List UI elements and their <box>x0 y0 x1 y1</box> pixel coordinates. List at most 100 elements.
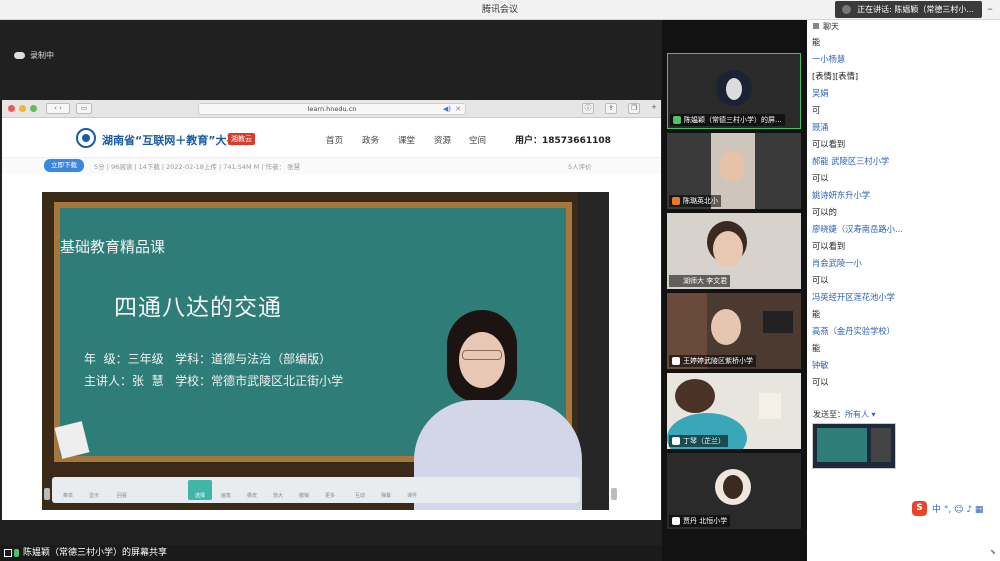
site-badge: 湘教云 <box>228 133 255 145</box>
sidebar-icon[interactable]: ▭ <box>76 103 92 114</box>
nav-government[interactable]: 政务 <box>362 134 379 146</box>
participant-tile[interactable]: 湖师大 李文君 <box>667 213 801 289</box>
chat-message: 能 <box>812 309 821 319</box>
avatar <box>715 469 751 505</box>
chat-sender[interactable]: 冯英经开区莲花池小学 <box>812 289 997 306</box>
user-account[interactable]: 用户：18573661108 <box>515 133 611 146</box>
lesson-info-teacher: 主讲人：张 慧 学校：常德市武陵区北正街小学 <box>84 374 344 388</box>
chat-message: 能 <box>812 37 821 47</box>
chat-sender[interactable]: 郝能 武陵区三村小学 <box>812 153 997 170</box>
chat-sender[interactable]: 姚诗妍东升小学 <box>812 187 997 204</box>
back-forward-icon[interactable]: ‹ › <box>46 103 70 114</box>
chat-sender[interactable]: 聂涌 <box>812 119 997 136</box>
chat-title: 聊天 <box>823 22 839 31</box>
participant-name: 王婷婷武陵区紫桥小学 <box>669 355 756 367</box>
participant-tile[interactable]: 王婷婷武陵区紫桥小学 <box>667 293 801 369</box>
chat-message: 可以看到 <box>812 139 846 149</box>
tool-eraser[interactable]: 橡皮 <box>240 480 264 500</box>
download-button[interactable]: 立即下载 <box>44 159 84 172</box>
tool-pen[interactable]: 画笔 <box>214 480 238 500</box>
chat-sender[interactable]: 高燕（金丹实验学校） <box>812 323 997 340</box>
ime-tools[interactable]: 中 °, ☺ ♪ ▦ <box>932 502 983 515</box>
prev-page-icon[interactable] <box>44 488 50 500</box>
chat-message: [表情][表情] <box>812 71 859 81</box>
input-method-bar[interactable]: S 中 °, ☺ ♪ ▦ <box>910 499 1000 517</box>
shared-screen-thumbnail[interactable] <box>812 423 896 469</box>
speaking-indicator[interactable]: 正在讲话: 陈媪颖（常德三村小... <box>835 1 982 18</box>
close-dot-icon[interactable] <box>8 105 15 112</box>
chat-message: 可以 <box>812 173 829 183</box>
screen-share-area: 录制中 ‹ › ▭ learn.hnedu.cn ◀) ✕ ⓘ ⇪ ❐ + 湖南… <box>0 20 662 546</box>
site-name[interactable]: 湖南省“互联网＋教育”大平台 <box>102 132 248 148</box>
title-bar: 腾讯会议 正在讲话: 陈媪颖（常德三村小... – <box>0 0 1000 20</box>
tool-zoom[interactable]: 放大 <box>266 480 290 500</box>
lesson-title: 四通八达的交通 <box>114 295 282 321</box>
tool-interact[interactable]: 互动 <box>348 480 372 500</box>
minimize-dot-icon[interactable] <box>19 105 26 112</box>
share-owner: 陈媪颖（常德三村小学）的屏幕共享 <box>23 548 168 558</box>
browser-toolbar: ‹ › ▭ learn.hnedu.cn ◀) ✕ ⓘ ⇪ ❐ + <box>2 100 661 118</box>
participant-tile[interactable]: 贾丹 北恒小学 <box>667 453 801 529</box>
chat-sender[interactable]: 钟敏 <box>812 357 997 374</box>
chat-sender[interactable]: 一小杨慧 <box>812 51 997 68</box>
tabs-icon[interactable]: ❐ <box>628 103 640 114</box>
chat-message: 能 <box>812 343 821 353</box>
video-side-bar <box>578 192 609 510</box>
tool-menu[interactable]: 菜单 <box>56 480 80 500</box>
send-to-select[interactable]: 所有人 ▾ <box>845 410 876 419</box>
zoom-dot-icon[interactable] <box>30 105 37 112</box>
lesson-info-grade: 年 级：三年级 学科：道德与法治（部编版） <box>84 352 332 366</box>
chat-message: 可以 <box>812 377 829 387</box>
tool-display[interactable]: 显示 <box>82 480 106 500</box>
nav-home[interactable]: 首页 <box>326 134 343 146</box>
speaker-icon[interactable]: ◀) <box>443 104 451 115</box>
sogou-icon[interactable]: S <box>912 501 927 516</box>
wall-poster <box>759 393 781 419</box>
participant-face <box>713 231 743 267</box>
chat-messages: 能一小杨慧 [表情][表情] 吴娟可聂涌 可以看到 郝能 武陵区三村小学 可以 姚诗妍东升小… <box>812 34 997 391</box>
participant-face <box>711 309 741 345</box>
nav-classroom[interactable]: 课堂 <box>398 134 415 146</box>
screen-icon <box>4 548 12 557</box>
participant-tile[interactable]: 陈璐英北小 <box>667 133 801 209</box>
chat-sender[interactable]: 吴娟 <box>812 85 997 102</box>
share-icon[interactable]: ⇪ <box>605 103 617 114</box>
next-page-icon[interactable] <box>611 488 617 500</box>
window-title: 腾讯会议 <box>481 5 518 15</box>
resource-stats: 5分 | 96阅读 | 14下载 | 2022-02-18上传 | 741.54… <box>94 163 301 171</box>
send-to-label: 发送至： <box>813 410 845 419</box>
lesson-video[interactable]: 基础教育精品课 四通八达的交通 年 级：三年级 学科：道德与法治（部编版） 主讲… <box>42 192 617 510</box>
tool-courseware[interactable]: 课件 <box>400 480 424 500</box>
rating-count: 5人评价 <box>568 163 592 171</box>
speaker-avatar <box>842 5 852 14</box>
teacher-face <box>459 332 505 388</box>
tool-undo[interactable]: 撤销 <box>292 480 316 500</box>
nav-resources[interactable]: 资源 <box>434 134 451 146</box>
tool-danmaku[interactable]: 弹幕 <box>374 480 398 500</box>
teacher-glasses <box>462 350 502 360</box>
chat-panel: 聊天 能一小杨慧 [表情][表情] 吴娟可聂涌 可以看到 郝能 武陵区三村小学 可以 姚诗妍… <box>807 20 1000 561</box>
chat-message: 可以的 <box>812 207 837 217</box>
tool-replay[interactable]: 回看 <box>110 480 134 500</box>
chat-sender[interactable]: 廖晓婕（汉寿南岳路小... <box>812 221 997 238</box>
cloud-icon <box>14 52 25 59</box>
nav-space[interactable]: 空间 <box>469 134 486 146</box>
chat-sender[interactable]: 肖会武陵一小 <box>812 255 997 272</box>
recording-indicator[interactable]: 录制中 <box>14 50 54 61</box>
tool-more[interactable]: 更多 <box>318 480 342 500</box>
course-title: 基础教育精品课 <box>60 238 166 256</box>
participant-tile[interactable]: 陈媪颖（常德三村小学）的屏... <box>667 53 801 129</box>
send-to[interactable]: 发送至：所有人 ▾ <box>813 409 876 420</box>
participant-tile[interactable]: 丁琴（芷兰） <box>667 373 801 449</box>
site-logo-icon <box>76 128 96 148</box>
address-bar[interactable]: learn.hnedu.cn ◀) ✕ <box>198 103 466 115</box>
resize-icon[interactable]: ⬊ <box>990 548 996 556</box>
minimize-button[interactable]: – <box>984 0 996 20</box>
info-icon[interactable]: ⓘ <box>582 103 594 114</box>
chat-message: 可以看到 <box>812 241 846 251</box>
tool-select[interactable]: 选择 <box>188 480 212 500</box>
new-tab-icon[interactable]: + <box>648 103 660 114</box>
clear-icon[interactable]: ✕ <box>455 104 461 115</box>
resource-meta: 立即下载 5分 | 96阅读 | 14下载 | 2022-02-18上传 | 7… <box>2 158 661 174</box>
avatar <box>716 70 752 106</box>
